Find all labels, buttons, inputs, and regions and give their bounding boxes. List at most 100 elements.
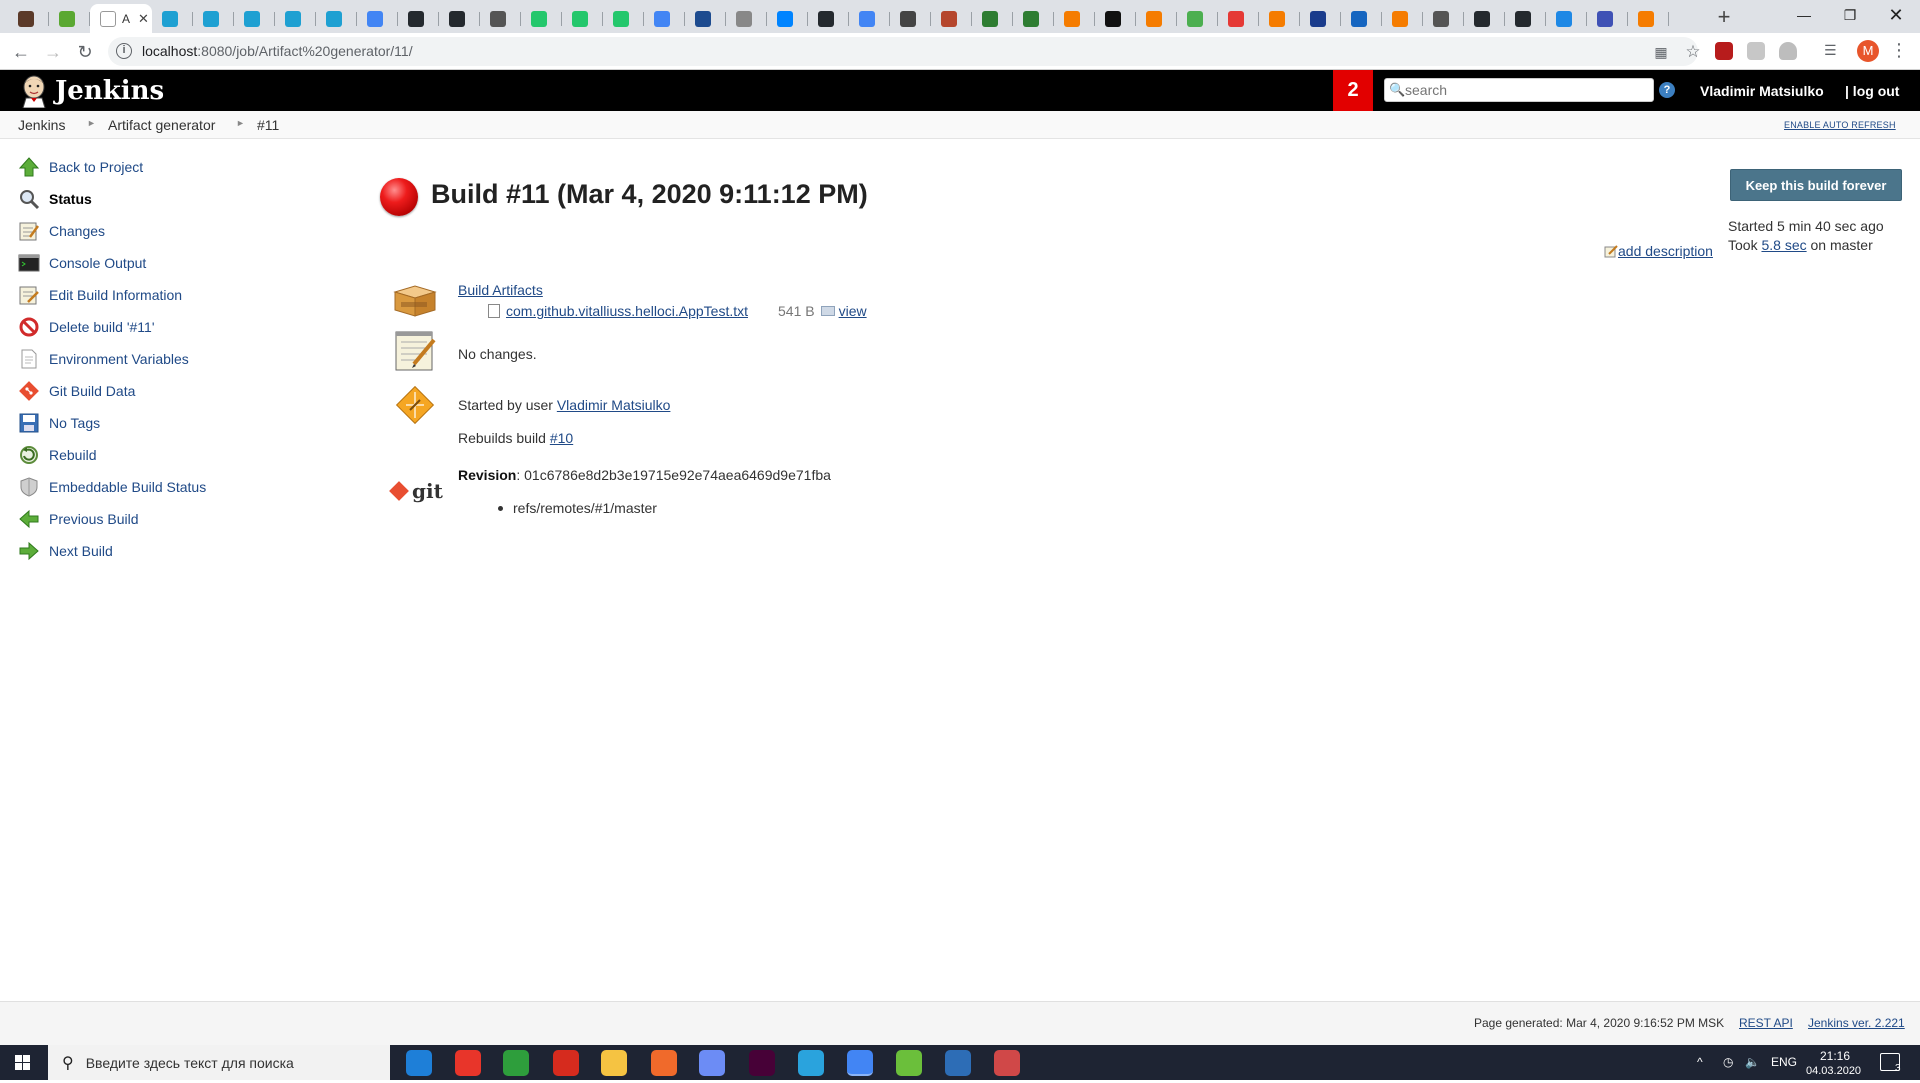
browser-tab[interactable] bbox=[1423, 4, 1464, 33]
browser-tab[interactable] bbox=[1587, 4, 1628, 33]
reload-icon[interactable]: ↻ bbox=[72, 39, 98, 65]
browser-tab[interactable] bbox=[398, 4, 439, 33]
browser-tab[interactable] bbox=[603, 4, 644, 33]
enable-auto-refresh-link[interactable]: ENABLE AUTO REFRESH bbox=[1784, 120, 1896, 130]
browser-tab[interactable] bbox=[890, 4, 931, 33]
artifact-view-link[interactable]: view bbox=[839, 303, 867, 319]
fingerprint-icon[interactable] bbox=[820, 306, 835, 316]
browser-tab[interactable] bbox=[275, 4, 316, 33]
minimize-button[interactable]: — bbox=[1781, 0, 1827, 30]
clock-time[interactable]: 21:16 bbox=[1820, 1049, 1850, 1063]
artifact-file-link[interactable]: com.github.vitalliuss.helloci.AppTest.tx… bbox=[506, 303, 748, 319]
browser-tab[interactable] bbox=[1505, 4, 1546, 33]
started-by-user-link[interactable]: Vladimir Matsiulko bbox=[557, 397, 671, 413]
close-window-button[interactable]: ✕ bbox=[1873, 0, 1919, 30]
browser-tab[interactable] bbox=[1054, 4, 1095, 33]
network-icon[interactable]: ◷ bbox=[1723, 1055, 1733, 1069]
volume-icon[interactable]: 🔈 bbox=[1745, 1055, 1760, 1069]
taskbar-app-icon[interactable] bbox=[601, 1050, 627, 1076]
logout-link[interactable]: | log out bbox=[1845, 83, 1899, 99]
user-link[interactable]: Vladimir Matsiulko bbox=[1700, 83, 1824, 99]
jenkins-version-link[interactable]: Jenkins ver. 2.221 bbox=[1808, 1016, 1905, 1030]
rest-api-link[interactable]: REST API bbox=[1739, 1016, 1793, 1030]
browser-menu-icon[interactable]: ⋮ bbox=[1890, 40, 1908, 61]
taskbar-app-icon[interactable] bbox=[651, 1050, 677, 1076]
sidebar-item-git-build-data[interactable]: Git Build Data bbox=[18, 379, 298, 403]
taskbar-app-icon[interactable] bbox=[699, 1050, 725, 1076]
browser-tab[interactable] bbox=[1095, 4, 1136, 33]
taskbar-app-icon[interactable] bbox=[406, 1050, 432, 1076]
browser-tab-active[interactable]: A ✕ bbox=[90, 4, 152, 33]
browser-tab[interactable] bbox=[1300, 4, 1341, 33]
sidebar-item-changes[interactable]: Changes bbox=[18, 219, 298, 243]
add-description-link[interactable]: add description bbox=[1604, 243, 1713, 259]
browser-tab[interactable] bbox=[562, 4, 603, 33]
breadcrumb-build[interactable]: #11 bbox=[257, 117, 279, 133]
browser-tab[interactable] bbox=[1464, 4, 1505, 33]
browser-tab[interactable] bbox=[8, 4, 49, 33]
browser-tab[interactable] bbox=[1013, 4, 1054, 33]
reading-list-icon[interactable]: ☰ bbox=[1824, 42, 1842, 60]
sidebar-item-rebuild[interactable]: Rebuild bbox=[18, 443, 298, 467]
site-info-icon[interactable]: i bbox=[116, 43, 132, 59]
browser-tab[interactable] bbox=[685, 4, 726, 33]
browser-tab[interactable] bbox=[193, 4, 234, 33]
build-artifacts-link[interactable]: Build Artifacts bbox=[458, 282, 543, 298]
sidebar-item-status[interactable]: Status bbox=[18, 187, 298, 211]
taskbar-app-icon[interactable] bbox=[896, 1050, 922, 1076]
new-tab-button[interactable]: + bbox=[1710, 4, 1738, 30]
back-icon[interactable]: ← bbox=[8, 39, 34, 65]
clock-date[interactable]: 04.03.2020 bbox=[1806, 1065, 1861, 1077]
taskbar-app-icon[interactable] bbox=[503, 1050, 529, 1076]
browser-tab[interactable] bbox=[521, 4, 562, 33]
taskbar-app-icon[interactable] bbox=[847, 1050, 873, 1076]
taskbar-app-icon[interactable] bbox=[945, 1050, 971, 1076]
browser-tab[interactable] bbox=[931, 4, 972, 33]
shield-extension-icon[interactable] bbox=[1779, 42, 1797, 60]
search-input[interactable] bbox=[1405, 80, 1649, 100]
browser-tab[interactable] bbox=[234, 4, 275, 33]
forward-icon[interactable]: → bbox=[40, 39, 66, 65]
keep-build-forever-button[interactable]: Keep this build forever bbox=[1730, 169, 1902, 201]
taskbar-app-icon[interactable] bbox=[553, 1050, 579, 1076]
build-duration-link[interactable]: 5.8 sec bbox=[1761, 237, 1806, 253]
browser-tab[interactable] bbox=[1628, 4, 1669, 33]
browser-tab[interactable] bbox=[49, 4, 90, 33]
tab-close-icon[interactable]: ✕ bbox=[138, 11, 149, 27]
breadcrumb-job[interactable]: Artifact generator bbox=[108, 117, 215, 133]
sidebar-item-environment-variables[interactable]: Environment Variables bbox=[18, 347, 298, 371]
browser-tab[interactable] bbox=[726, 4, 767, 33]
language-indicator[interactable]: ENG bbox=[1771, 1055, 1797, 1069]
browser-tab[interactable] bbox=[849, 4, 890, 33]
sidebar-item-edit-build-information[interactable]: Edit Build Information bbox=[18, 283, 298, 307]
browser-tab[interactable] bbox=[480, 4, 521, 33]
translate-icon[interactable]: ▦ bbox=[1652, 43, 1670, 61]
browser-tab[interactable] bbox=[1546, 4, 1587, 33]
breadcrumb-jenkins[interactable]: Jenkins bbox=[18, 117, 65, 133]
browser-tab[interactable] bbox=[1136, 4, 1177, 33]
extension-icon[interactable] bbox=[1747, 42, 1765, 60]
address-bar[interactable]: i localhost:8080/job/Artifact%20generato… bbox=[108, 37, 1701, 66]
browser-tab[interactable] bbox=[644, 4, 685, 33]
browser-tab[interactable] bbox=[316, 4, 357, 33]
browser-tab[interactable] bbox=[1177, 4, 1218, 33]
browser-tab[interactable] bbox=[767, 4, 808, 33]
bookmark-star-icon[interactable]: ☆ bbox=[1684, 43, 1702, 61]
jenkins-logo[interactable]: Jenkins bbox=[18, 72, 164, 109]
browser-tab[interactable] bbox=[1341, 4, 1382, 33]
browser-tab[interactable] bbox=[972, 4, 1013, 33]
browser-tab[interactable] bbox=[1218, 4, 1259, 33]
sidebar-item-back-to-project[interactable]: Back to Project bbox=[18, 155, 298, 179]
notification-badge[interactable]: 2 bbox=[1333, 70, 1373, 111]
taskbar-app-icon[interactable] bbox=[749, 1050, 775, 1076]
browser-tab[interactable] bbox=[357, 4, 398, 33]
rebuilds-build-link[interactable]: #10 bbox=[550, 430, 573, 446]
taskbar-app-icon[interactable] bbox=[994, 1050, 1020, 1076]
taskbar-app-icon[interactable] bbox=[798, 1050, 824, 1076]
browser-tab[interactable] bbox=[152, 4, 193, 33]
browser-tab[interactable] bbox=[1382, 4, 1423, 33]
sidebar-item-no-tags[interactable]: No Tags bbox=[18, 411, 298, 435]
ublock-extension-icon[interactable] bbox=[1715, 42, 1733, 60]
browser-tab[interactable] bbox=[1259, 4, 1300, 33]
profile-avatar[interactable]: M bbox=[1857, 40, 1879, 62]
